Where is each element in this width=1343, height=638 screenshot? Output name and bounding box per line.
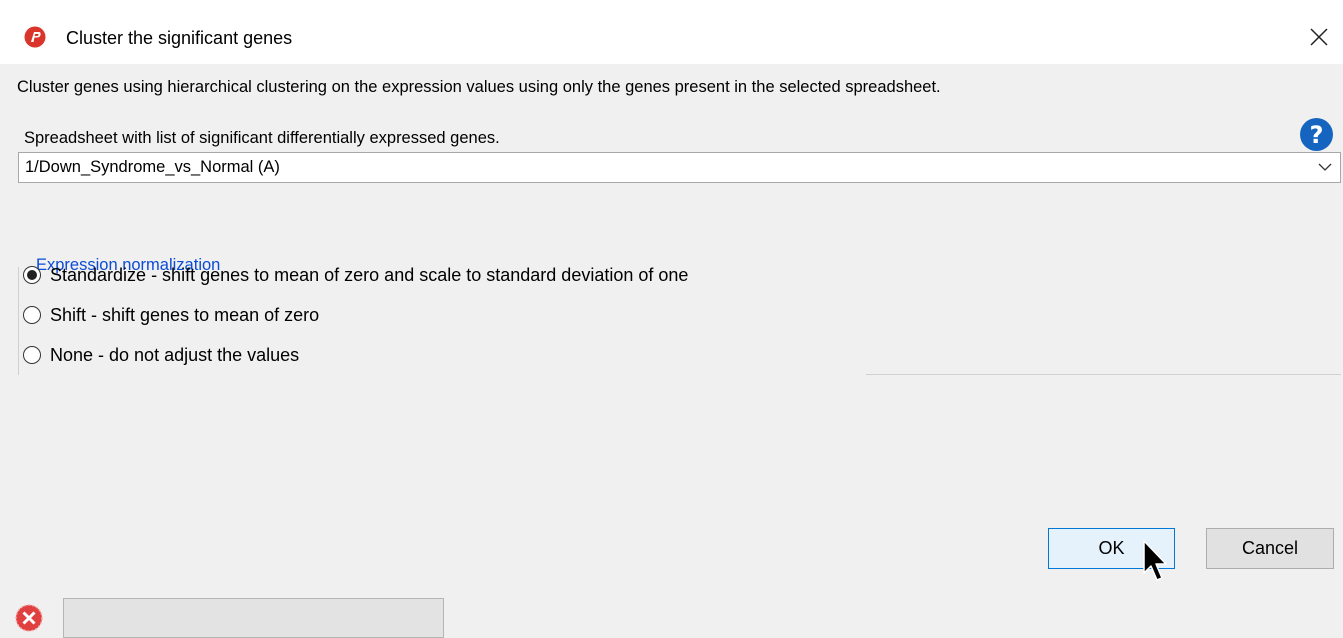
group-divider [866, 374, 1341, 375]
radio-button[interactable] [23, 346, 41, 364]
radio-label-shift: Shift - shift genes to mean of zero [50, 304, 320, 325]
radio-button[interactable] [23, 306, 41, 324]
dialog-window: Cluster the significant genes Cluster ge… [0, 0, 1343, 638]
chevron-down-icon [1318, 163, 1332, 171]
help-icon[interactable]: ? [1300, 118, 1333, 151]
spreadsheet-select-value: 1/Down_Syndrome_vs_Normal (A) [25, 158, 280, 176]
radio-shift[interactable]: Shift - shift genes to mean of zero [23, 303, 319, 327]
radio-label-standardize: Standardize - shift genes to mean of zer… [50, 264, 689, 285]
spreadsheet-select[interactable]: 1/Down_Syndrome_vs_Normal (A) [18, 152, 1341, 183]
cancel-button[interactable]: Cancel [1206, 528, 1334, 569]
spreadsheet-label: Spreadsheet with list of significant dif… [24, 129, 500, 147]
dialog-description: Cluster genes using hierarchical cluster… [17, 78, 941, 96]
radio-none[interactable]: None - do not adjust the values [23, 343, 299, 367]
close-icon [1310, 28, 1328, 46]
window-title: Cluster the significant genes [66, 28, 293, 48]
title-bar: Cluster the significant genes [0, 0, 1343, 64]
help-glyph: ? [1309, 120, 1324, 149]
partek-logo-icon [24, 26, 46, 48]
radio-selected-dot [27, 270, 37, 280]
status-message-field [63, 598, 444, 638]
radio-standardize[interactable]: Standardize - shift genes to mean of zer… [23, 263, 688, 287]
close-button[interactable] [1304, 22, 1334, 52]
radio-button[interactable] [23, 266, 41, 284]
radio-label-none: None - do not adjust the values [50, 344, 300, 365]
error-icon [15, 604, 43, 632]
ok-button[interactable]: OK [1048, 528, 1175, 569]
